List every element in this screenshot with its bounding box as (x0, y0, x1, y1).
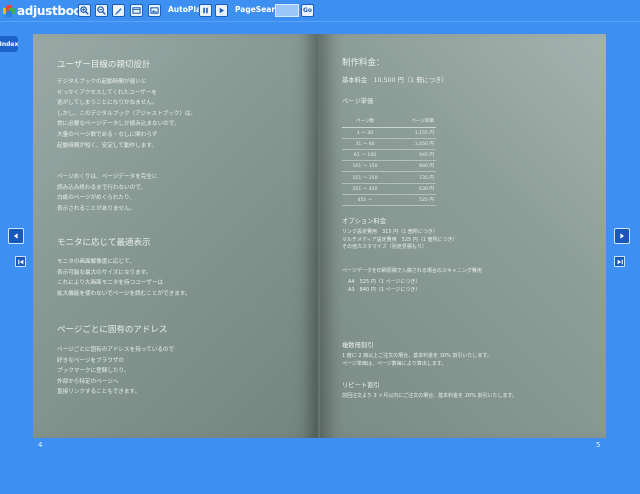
image-icon (150, 7, 159, 14)
section-text: デジタルブックの起動時間が遅いと せっかくアクセスしてくれたユーザーを 逃がして… (57, 79, 197, 149)
zoom-in-icon (80, 6, 89, 15)
pause-icon (203, 7, 208, 14)
options-list: リンク設定費用 315 円（1 箇所につき） マルチメディア設定費用 525 円… (342, 229, 458, 251)
unit-price-table: ページ数 ページ単価 1 〜 30 1,155 円 31 〜 60 1,050 円 … (342, 116, 436, 207)
arrow-left-icon (14, 233, 18, 239)
table-row: 1 〜 30 1,155 円 (342, 127, 436, 139)
table-row: 151 〜 250 735 円 (342, 171, 436, 184)
pencil-icon (115, 8, 122, 15)
column-header: ページ単価 (388, 116, 436, 128)
card-icon (132, 7, 141, 14)
unit-price-heading: ページ単価 (342, 98, 374, 105)
autoplay-play-button[interactable] (215, 4, 228, 17)
zoom-out-icon (97, 6, 106, 15)
column-header: ページ数 (342, 116, 388, 128)
base-fee: 基本料金 10,500 円（1 冊につき） (342, 77, 448, 84)
previous-page-button[interactable] (8, 228, 24, 244)
edit-button[interactable] (112, 4, 125, 17)
bookmark-button[interactable] (130, 4, 143, 17)
repeat-discount-heading: リピート割引 (342, 382, 380, 389)
right-page[interactable]: 制作料金： 基本料金 10,500 円（1 冊につき） ページ単価 ページ数 ペ… (320, 34, 606, 438)
section-text: ページごとに固有のアドレスを持っているので 好きなページをブラウザの ブックマー… (57, 347, 175, 396)
top-toolbar: adjustbook AutoPlay PageSearch Go (0, 0, 640, 22)
next-page-button[interactable] (614, 228, 630, 244)
section-heading: モニタに応じて最適表示 (57, 238, 151, 248)
page-search-input[interactable] (275, 4, 299, 17)
skip-to-last-icon (617, 259, 623, 264)
section-text: モニタの画面解像度に応じて、 表示可能な最大のサイズになります。 これにより大画… (57, 259, 191, 297)
table-row: 31 〜 60 1,050 円 (342, 138, 436, 151)
section-text: ページめくりは、ページデータを完全に 読み込み終わるまで行わないので、 白紙のペ… (57, 174, 158, 212)
first-page-button[interactable] (15, 256, 26, 267)
repeat-discount-text: 前回注文より 3 ヶ月以内にご注文の場合、基本料金を 20% 割引いたします。 (342, 393, 517, 399)
logo-mark-icon (3, 5, 15, 17)
right-page-number: 5 (596, 441, 601, 449)
price-title: 制作料金： (342, 58, 385, 68)
table-row: 451 〜 525 円 (342, 194, 436, 207)
last-page-button[interactable] (614, 256, 625, 267)
table-row: 101 〜 150 840 円 (342, 160, 436, 173)
arrow-right-icon (620, 233, 624, 239)
play-icon (219, 7, 225, 14)
autoplay-pause-button[interactable] (199, 4, 212, 17)
adjustbook-logo: adjustbook (3, 3, 90, 19)
table-row: 61 〜 100 945 円 (342, 149, 436, 162)
section-heading: ユーザー目線の親切設計 (57, 60, 151, 70)
scan-fees: A4 525 円（1 ページにつき） A3 840 円（1 ページにつき） (348, 279, 421, 293)
section-heading: ページごとに固有のアドレス (57, 325, 168, 335)
table-row: 251 〜 450 630 円 (342, 183, 436, 195)
index-tab[interactable]: Index (0, 36, 18, 52)
print-button[interactable] (148, 4, 161, 17)
zoom-in-button[interactable] (78, 4, 91, 17)
multi-discount-text: 1 度に 2 冊以上ご注文の場合、基本料金を 30% 割引いたします。 ページ単… (342, 353, 492, 367)
go-button[interactable]: Go (301, 4, 314, 17)
options-heading: オプション料金 (342, 218, 387, 225)
zoom-out-button[interactable] (95, 4, 108, 17)
skip-to-first-icon (17, 259, 23, 264)
left-page[interactable]: ユーザー目線の親切設計 デジタルブックの起動時間が遅いと せっかくアクセスしてく… (33, 34, 318, 438)
open-book: ユーザー目線の親切設計 デジタルブックの起動時間が遅いと せっかくアクセスしてく… (33, 34, 606, 438)
table-header-row: ページ数 ページ単価 (342, 116, 436, 128)
scan-note: ページデータを印刷原稿で入稿される場合のスキャニング費用 (342, 268, 482, 274)
left-page-number: 4 (38, 441, 43, 449)
multi-discount-heading: 複数冊割引 (342, 342, 374, 349)
